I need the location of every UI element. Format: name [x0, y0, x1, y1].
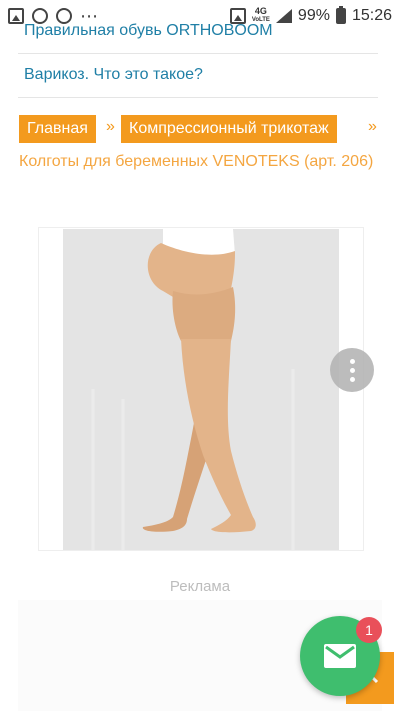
tights-illustration — [63, 229, 339, 550]
dot-icon — [349, 358, 355, 364]
product-photo[interactable] — [63, 229, 339, 550]
image-more-options-button[interactable] — [330, 348, 374, 392]
breadcrumb-separator: » — [106, 118, 115, 135]
dot-icon — [349, 367, 355, 373]
article-link-varicose[interactable]: Варикоз. Что это такое? — [24, 66, 203, 84]
signal-icon — [275, 9, 292, 23]
breadcrumb-current-page: Колготы для беременных VENOTEKS (арт. 20… — [19, 153, 374, 170]
breadcrumb-separator: » — [368, 118, 377, 135]
gallery-icon — [8, 8, 24, 24]
product-image-frame — [38, 227, 364, 551]
divider — [18, 53, 378, 54]
divider — [18, 97, 378, 98]
breadcrumb-category[interactable]: Компрессионный трикотаж — [121, 115, 337, 143]
battery-icon — [335, 6, 346, 24]
breadcrumb-home[interactable]: Главная — [19, 115, 96, 143]
mail-icon — [324, 644, 356, 668]
dot-icon — [349, 376, 355, 382]
ad-label: Реклама — [169, 578, 231, 595]
clock: 15:26 — [351, 7, 392, 24]
article-link-orthoboom[interactable]: Правильная обувь ORTHOBOOM — [24, 22, 273, 40]
network-type: 4G — [254, 6, 267, 16]
notification-badge: 1 — [356, 617, 382, 643]
battery-percent: 99% — [297, 7, 330, 24]
